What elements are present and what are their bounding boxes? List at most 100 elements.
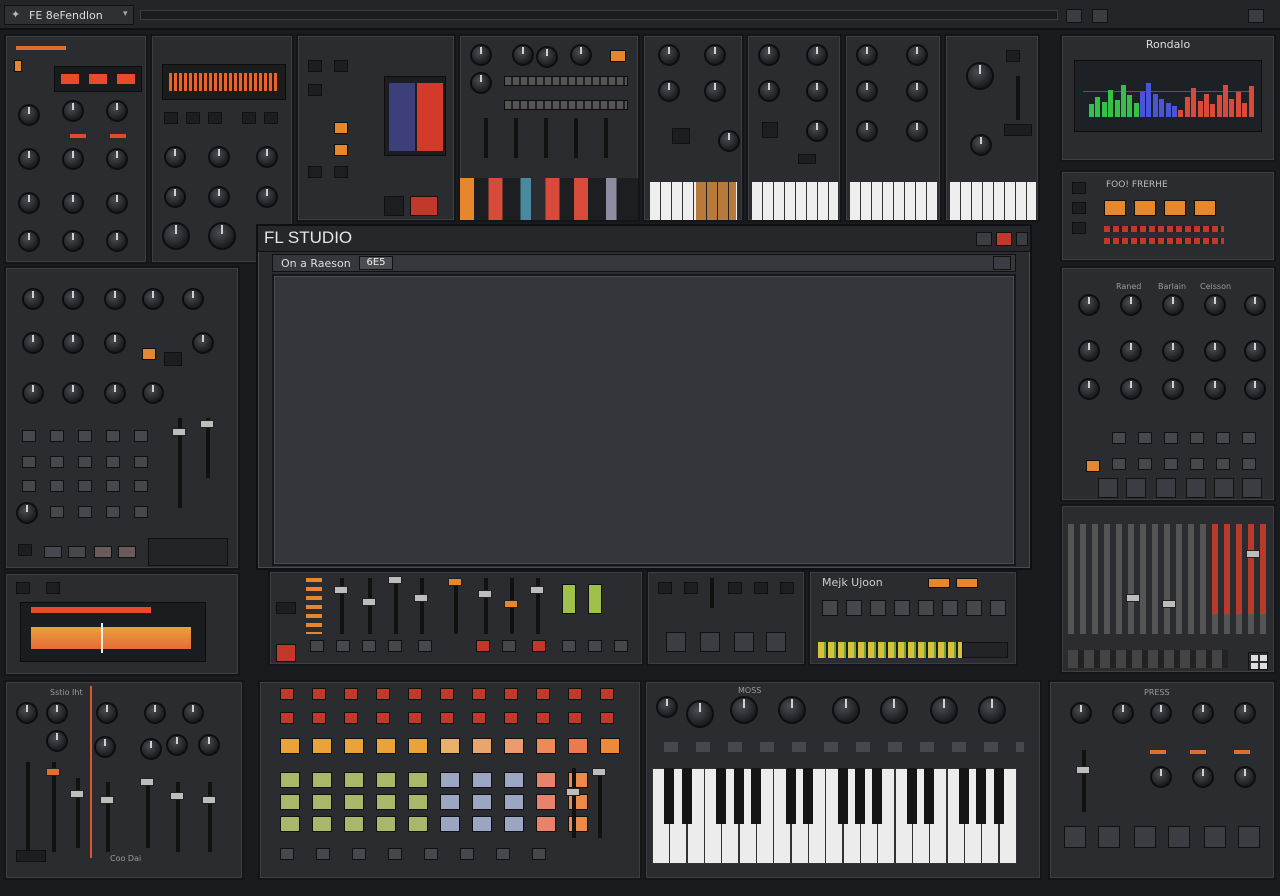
- toggle-button[interactable]: [106, 506, 120, 518]
- toggle-button[interactable]: [894, 600, 910, 616]
- drum-pad[interactable]: [312, 794, 332, 810]
- toggle-button[interactable]: [1216, 458, 1230, 470]
- knob[interactable]: [686, 700, 714, 728]
- knob[interactable]: [198, 734, 220, 756]
- toggle-button[interactable]: [164, 352, 182, 366]
- pad-icon[interactable]: [1098, 826, 1120, 848]
- toggle-button[interactable]: [846, 600, 862, 616]
- drum-pad[interactable]: [280, 772, 300, 788]
- drum-pad[interactable]: [568, 794, 588, 810]
- mode-button[interactable]: [264, 112, 278, 124]
- drum-pad[interactable]: [536, 688, 550, 700]
- knob[interactable]: [778, 696, 806, 724]
- toggle-button[interactable]: [496, 848, 510, 860]
- piano-black-key[interactable]: [734, 768, 744, 824]
- toggle-button[interactable]: [588, 640, 602, 652]
- select-button[interactable]: [1006, 50, 1020, 62]
- knob[interactable]: [1234, 702, 1256, 724]
- toggle-button[interactable]: [1242, 458, 1256, 470]
- toggle-button[interactable]: [50, 506, 64, 518]
- knob[interactable]: [832, 696, 860, 724]
- drum-pad[interactable]: [312, 712, 326, 724]
- knob[interactable]: [140, 738, 162, 760]
- knob[interactable]: [856, 80, 878, 102]
- step-button[interactable]: [1104, 200, 1126, 216]
- pad-icon[interactable]: [1134, 826, 1156, 848]
- toggle-button[interactable]: [50, 430, 64, 442]
- fader-cap[interactable]: [530, 586, 544, 594]
- select-button[interactable]: [610, 50, 626, 62]
- knob[interactable]: [104, 288, 126, 310]
- drum-pad[interactable]: [312, 816, 332, 832]
- pad-icon[interactable]: [1168, 826, 1190, 848]
- knob[interactable]: [1204, 378, 1226, 400]
- drum-pad[interactable]: [536, 738, 556, 754]
- piano-black-key[interactable]: [994, 768, 1004, 824]
- drum-pad[interactable]: [568, 738, 588, 754]
- pad-icon[interactable]: [1098, 478, 1118, 498]
- piano-black-key[interactable]: [786, 768, 796, 824]
- grid-icon[interactable]: [1248, 652, 1268, 670]
- knob[interactable]: [1162, 378, 1184, 400]
- drum-pad[interactable]: [472, 772, 492, 788]
- knob[interactable]: [1204, 294, 1226, 316]
- toggle-button[interactable]: [822, 600, 838, 616]
- toggle-button[interactable]: [134, 506, 148, 518]
- knob[interactable]: [106, 148, 128, 170]
- mode-button[interactable]: [164, 112, 178, 124]
- toggle-button[interactable]: [1138, 432, 1152, 444]
- drum-pad[interactable]: [312, 772, 332, 788]
- knob[interactable]: [16, 702, 38, 724]
- knob[interactable]: [470, 72, 492, 94]
- knob[interactable]: [704, 44, 726, 66]
- knob[interactable]: [806, 44, 828, 66]
- knob[interactable]: [1120, 378, 1142, 400]
- select-button[interactable]: [798, 154, 816, 164]
- fader-cap[interactable]: [448, 578, 462, 586]
- toggle-button[interactable]: [870, 600, 886, 616]
- drum-pad[interactable]: [440, 772, 460, 788]
- select-button[interactable]: [308, 60, 322, 72]
- piano-black-key[interactable]: [664, 768, 674, 824]
- toggle-button[interactable]: [16, 582, 30, 594]
- piano-black-key[interactable]: [959, 768, 969, 824]
- knob[interactable]: [22, 382, 44, 404]
- knob[interactable]: [256, 146, 278, 168]
- drum-pad[interactable]: [600, 738, 620, 754]
- toggle-button[interactable]: [532, 848, 546, 860]
- piano-black-key[interactable]: [838, 768, 848, 824]
- drum-pad[interactable]: [344, 794, 364, 810]
- drum-pad[interactable]: [408, 816, 428, 832]
- drum-pad[interactable]: [568, 816, 588, 832]
- drum-pad[interactable]: [408, 794, 428, 810]
- knob[interactable]: [142, 382, 164, 404]
- fader-cap[interactable]: [70, 790, 84, 798]
- knob[interactable]: [182, 702, 204, 724]
- toggle-button[interactable]: [1242, 432, 1256, 444]
- window-menu-icon[interactable]: [1248, 9, 1264, 23]
- mini-keyboard[interactable]: [752, 182, 838, 220]
- fader-cap[interactable]: [362, 598, 376, 606]
- drum-pad[interactable]: [504, 794, 524, 810]
- drum-pad[interactable]: [504, 772, 524, 788]
- toolbar-menu[interactable]: ✦ FE 8eFendlon ▾: [4, 5, 134, 25]
- toggle-button[interactable]: [424, 848, 438, 860]
- pad-icon[interactable]: [1156, 478, 1176, 498]
- pad-icon[interactable]: [1064, 826, 1086, 848]
- drum-pad[interactable]: [536, 794, 556, 810]
- toggle-button[interactable]: [460, 848, 474, 860]
- knob[interactable]: [856, 44, 878, 66]
- drum-pad[interactable]: [344, 688, 358, 700]
- knob[interactable]: [1150, 702, 1172, 724]
- fader-cap[interactable]: [172, 428, 186, 436]
- drum-pad[interactable]: [600, 688, 614, 700]
- pad-icon[interactable]: [1238, 826, 1260, 848]
- toggle-button[interactable]: [78, 506, 92, 518]
- mode-button[interactable]: [208, 112, 222, 124]
- toggle-button[interactable]: [780, 582, 794, 594]
- knob[interactable]: [208, 146, 230, 168]
- knob[interactable]: [856, 120, 878, 142]
- knob[interactable]: [104, 382, 126, 404]
- drum-pad[interactable]: [472, 816, 492, 832]
- select-button[interactable]: [762, 122, 778, 138]
